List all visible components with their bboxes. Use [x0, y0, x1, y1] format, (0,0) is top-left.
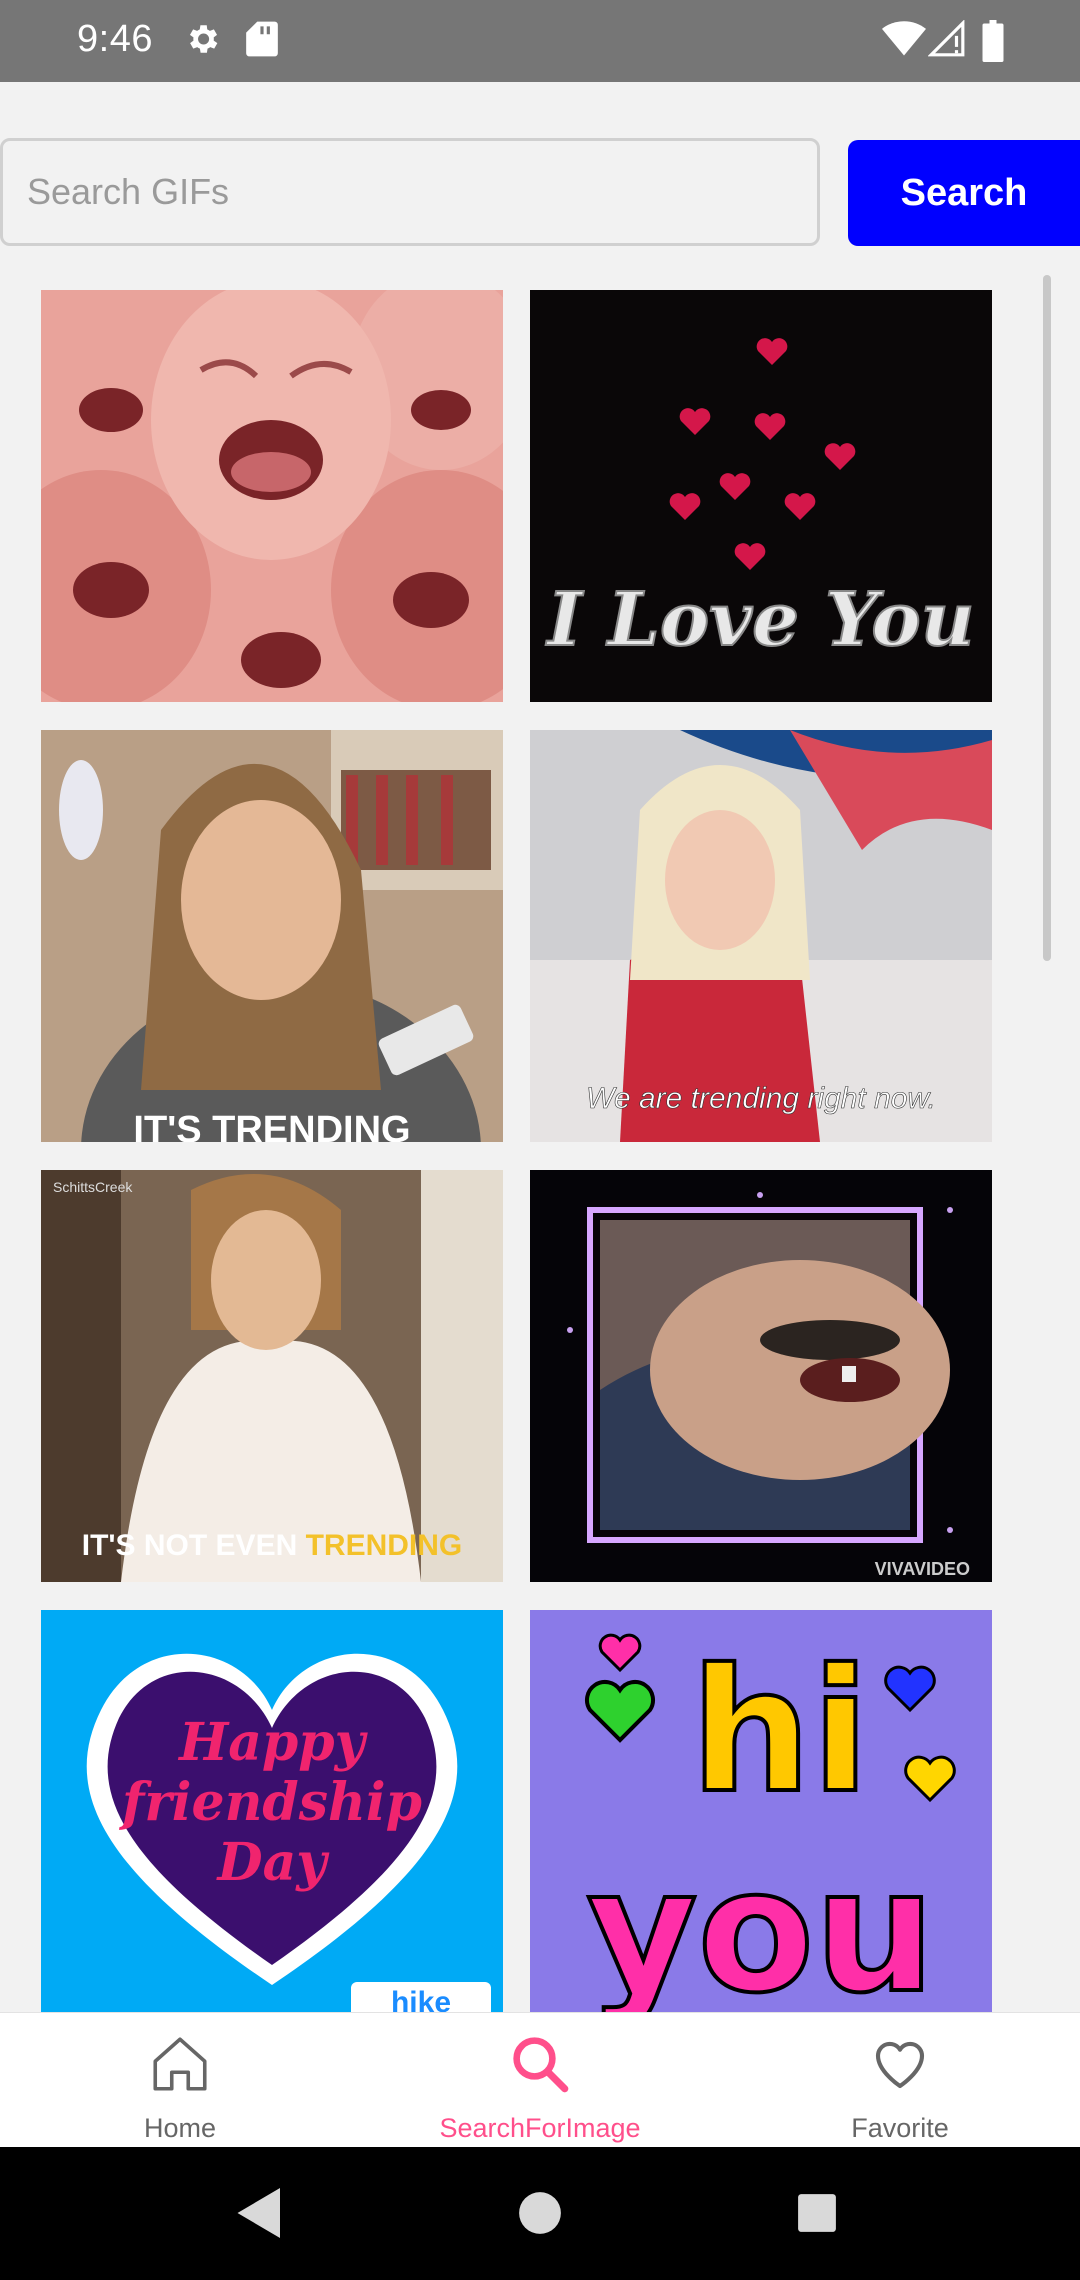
gif-tile-happy-friendship-day[interactable]: Happy friendship Day hike	[41, 1610, 503, 2012]
gif-watermark: hike	[391, 1986, 451, 2012]
gif-caption-highlight: TRENDING	[306, 1529, 463, 1562]
gif-watermark: SchittsCreek	[53, 1179, 133, 1195]
system-nav-bar	[0, 2147, 1080, 2280]
gif-caption-line: Happy	[177, 1712, 369, 1773]
wifi-icon	[882, 20, 926, 63]
gif-caption-line: Day	[215, 1832, 330, 1893]
gif-caption: I Love You	[545, 577, 974, 663]
gif-tile-its-trending[interactable]: IT'S TRENDING	[41, 730, 503, 1142]
gif-caption: We are trending right now.	[586, 1082, 936, 1115]
signal-icon	[927, 19, 966, 63]
nav-label-home: Home	[143, 2113, 217, 2143]
gif-caption-prefix: IT'S NOT EVEN	[82, 1529, 306, 1562]
gif-tile-i-love-you[interactable]: I Love You	[530, 290, 992, 702]
gif-tile-crying-babies[interactable]	[41, 290, 503, 702]
gif-caption-line: hi	[690, 1633, 869, 1831]
search-input[interactable]	[0, 138, 820, 246]
status-time: 9:46	[77, 18, 153, 60]
gear-icon	[183, 20, 221, 63]
scrollbar-thumb[interactable]	[1043, 275, 1051, 961]
gif-tile-its-not-even-trending[interactable]: SchittsCreek IT'S NOT EVEN TRENDING	[41, 1170, 503, 1582]
gif-tile-framed-face[interactable]: VIVAVIDEO	[530, 1170, 992, 1582]
gif-caption-line: friendship	[118, 1772, 422, 1833]
gif-caption-line: you	[587, 1833, 936, 2012]
gif-grid[interactable]: I Love You IT'S TRENDING We are trending…	[0, 272, 1080, 2012]
nav-item-search-for-image[interactable]: SearchForImage	[390, 2013, 690, 2148]
back-icon[interactable]	[235, 2185, 285, 2246]
sd-card-icon	[246, 20, 278, 63]
gif-tile-we-are-trending[interactable]: We are trending right now.	[530, 730, 992, 1142]
nav-label-favorite: Favorite	[851, 2113, 949, 2143]
gif-caption: IT'S TRENDING	[133, 1109, 410, 1142]
recents-icon[interactable]	[796, 2185, 838, 2246]
nav-item-home[interactable]: Home	[30, 2013, 330, 2148]
nav-item-favorite[interactable]: Favorite	[750, 2013, 1050, 2148]
status-bar: 9:46	[0, 0, 1080, 82]
search-button[interactable]: Search	[848, 140, 1080, 246]
home-circle-icon[interactable]	[518, 2185, 562, 2246]
bottom-nav: Home SearchForImage Favorite	[0, 2012, 1080, 2148]
battery-icon	[982, 20, 1004, 67]
gif-watermark: VIVAVIDEO	[875, 1559, 970, 1579]
nav-label-search-for-image: SearchForImage	[439, 2113, 641, 2143]
gif-tile-hi-you[interactable]: hi you	[530, 1610, 992, 2012]
svg-text:IT'S NOT EVEN TRENDING: IT'S NOT EVEN TRENDING	[82, 1529, 463, 1562]
